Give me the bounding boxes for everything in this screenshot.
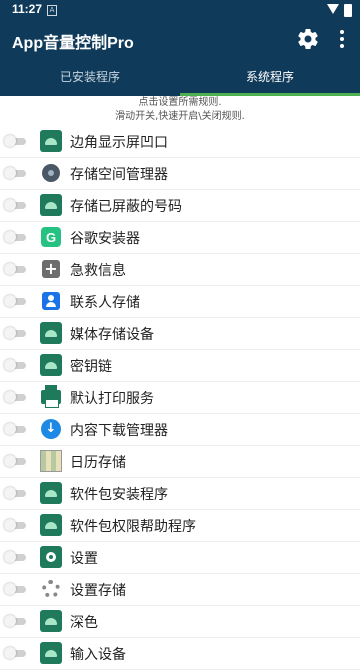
print-icon: [40, 385, 62, 408]
app-label: 联系人存储: [70, 295, 140, 311]
wifi-icon: [327, 4, 339, 14]
rule-toggle[interactable]: [4, 295, 26, 307]
app-label: 默认打印服务: [70, 391, 154, 407]
android-icon: [40, 642, 62, 664]
rule-toggle[interactable]: [4, 487, 26, 499]
rule-toggle[interactable]: [4, 391, 26, 403]
app-row[interactable]: 默认打印服务: [0, 382, 360, 414]
app-row[interactable]: 媒体存储设备: [0, 318, 360, 350]
app-label: 软件包权限帮助程序: [70, 519, 196, 535]
app-label: 设置存储: [70, 583, 126, 599]
hint-line-1: 点击设置所需规则.: [138, 97, 222, 108]
app-row[interactable]: 软件包安装程序: [0, 478, 360, 510]
installer-icon: G: [40, 226, 62, 248]
app-row[interactable]: 设置存储: [0, 574, 360, 606]
battery-icon: [344, 4, 352, 17]
rule-toggle[interactable]: [4, 231, 26, 243]
settings-icon: [40, 546, 62, 568]
rule-toggle[interactable]: [4, 519, 26, 531]
notification-icon: A: [47, 5, 57, 16]
tab-system-apps[interactable]: 系统程序: [180, 60, 360, 96]
gear-icon: [40, 578, 62, 600]
app-list: 边角显示屏凹口 存储空间管理器 存储已屏蔽的号码 G 谷歌安装器 + 急救信息联系人存储媒体…: [0, 126, 360, 670]
app-row[interactable]: 输入设备: [0, 638, 360, 670]
android-icon: [40, 610, 62, 632]
android-icon: [40, 194, 62, 216]
hint-line-2: 滑动开关,快速开启\关闭规则.: [115, 111, 245, 122]
app-label: 输入设备: [70, 647, 126, 663]
gear-icon[interactable]: [296, 27, 320, 51]
app-row[interactable]: 密钥链: [0, 350, 360, 382]
app-row[interactable]: 深色: [0, 606, 360, 638]
app-label: 密钥链: [70, 359, 112, 375]
app-row[interactable]: 软件包权限帮助程序: [0, 510, 360, 542]
rule-toggle[interactable]: [4, 615, 26, 627]
android-icon: [40, 322, 62, 344]
app-bar: App音量控制Pro: [0, 20, 360, 60]
rule-toggle[interactable]: [4, 135, 26, 147]
status-time: 11:27: [12, 2, 43, 16]
android-icon: [40, 514, 62, 536]
app-label: 边角显示屏凹口: [70, 135, 168, 151]
rule-toggle[interactable]: [4, 423, 26, 435]
more-vert-icon[interactable]: [336, 28, 348, 52]
storage-icon: [40, 162, 62, 184]
app-label: 谷歌安装器: [70, 231, 140, 247]
contacts-icon: [40, 290, 62, 312]
rule-toggle[interactable]: [4, 551, 26, 563]
app-label: 内容下载管理器: [70, 423, 168, 439]
app-row[interactable]: 边角显示屏凹口: [0, 126, 360, 158]
app-label: 设置: [70, 551, 98, 567]
android-icon: [40, 130, 62, 152]
app-label: 媒体存储设备: [70, 327, 154, 343]
app-label: 日历存储: [70, 455, 126, 471]
app-row[interactable]: ↓ 内容下载管理器: [0, 414, 360, 446]
app-label: 存储空间管理器: [70, 167, 168, 183]
app-row[interactable]: 存储已屏蔽的号码: [0, 190, 360, 222]
app-label: 深色: [70, 615, 98, 631]
rule-toggle[interactable]: [4, 647, 26, 659]
app-row[interactable]: + 急救信息: [0, 254, 360, 286]
app-row[interactable]: 日历存储: [0, 446, 360, 478]
app-row[interactable]: G 谷歌安装器: [0, 222, 360, 254]
hint-text: 点击设置所需规则. 滑动开关,快速开启\关闭规则.: [0, 96, 360, 124]
rule-toggle[interactable]: [4, 167, 26, 179]
app-row[interactable]: 存储空间管理器: [0, 158, 360, 190]
emergency-icon: +: [40, 258, 62, 280]
android-icon: [40, 354, 62, 376]
app-title: App音量控制Pro: [12, 35, 134, 52]
rule-toggle[interactable]: [4, 455, 26, 467]
rule-toggle[interactable]: [4, 199, 26, 211]
rule-toggle[interactable]: [4, 583, 26, 595]
app-label: 软件包安装程序: [70, 487, 168, 503]
tab-installed-apps[interactable]: 已安装程序: [0, 60, 180, 96]
calendar-icon: [40, 450, 62, 472]
app-label: 存储已屏蔽的号码: [70, 199, 182, 215]
status-bar: 11:27 A: [0, 0, 360, 20]
app-row[interactable]: 设置: [0, 542, 360, 574]
app-label: 急救信息: [70, 263, 126, 279]
rule-toggle[interactable]: [4, 359, 26, 371]
rule-toggle[interactable]: [4, 327, 26, 339]
tab-bar: 已安装程序 系统程序: [0, 60, 360, 96]
download-icon: ↓: [40, 418, 62, 440]
rule-toggle[interactable]: [4, 263, 26, 275]
android-icon: [40, 482, 62, 504]
app-row[interactable]: 联系人存储: [0, 286, 360, 318]
